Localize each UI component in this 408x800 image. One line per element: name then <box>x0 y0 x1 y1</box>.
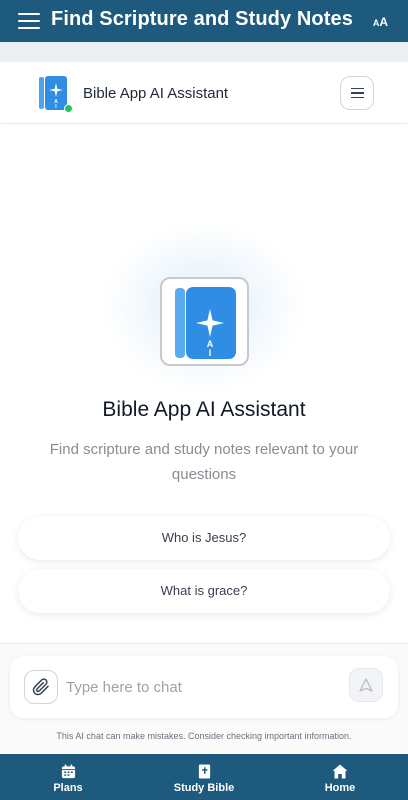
top-app-bar: Find Scripture and Study Notes AA <box>0 0 408 42</box>
chat-header: A I Bible App AI Assistant <box>0 62 408 124</box>
logo-letter-i: I <box>209 348 212 358</box>
hamburger-menu-icon[interactable] <box>18 13 40 29</box>
home-icon <box>332 764 348 779</box>
chat-menu-button[interactable] <box>340 76 374 110</box>
suggestion-who-is-jesus[interactable]: Who is Jesus? <box>18 516 390 560</box>
nav-study-bible[interactable]: Study Bible <box>136 754 272 800</box>
chat-composer <box>10 656 398 718</box>
send-button[interactable] <box>349 668 383 702</box>
nav-label-study-bible: Study Bible <box>173 782 235 794</box>
assistant-name: Bible App AI Assistant <box>83 85 229 102</box>
hero-title: Bible App AI Assistant <box>102 398 306 421</box>
app-root: Find Scripture and Study Notes AA A I Bi… <box>0 0 408 800</box>
bottom-navigation: Plans Study Bible Home <box>0 754 408 800</box>
nav-label-plans: Plans <box>53 782 83 794</box>
font-size-big-label: A <box>379 15 388 29</box>
chat-input[interactable] <box>66 675 336 699</box>
hero-subtitle: Find scripture and study notes relevant … <box>49 441 359 483</box>
suggestion-what-is-grace[interactable]: What is grace? <box>18 569 390 613</box>
hero-logo-frame: A I <box>160 277 249 366</box>
nav-plans[interactable]: Plans <box>0 754 136 800</box>
online-status-dot <box>64 104 73 113</box>
page-title: Find Scripture and Study Notes <box>51 8 353 30</box>
nav-label-home: Home <box>324 782 356 794</box>
font-size-button[interactable]: AA <box>373 13 388 31</box>
calendar-icon <box>61 764 75 779</box>
bible-ai-logo-icon: A I <box>175 287 236 359</box>
ai-disclaimer: This AI chat can make mistakes. Consider… <box>56 731 352 741</box>
header-spacer <box>0 42 408 62</box>
paperclip-icon <box>32 678 49 696</box>
bible-ai-book-icon: A I <box>39 76 67 110</box>
nav-home[interactable]: Home <box>272 754 408 800</box>
menu-icon <box>350 87 364 90</box>
attach-button[interactable] <box>24 670 58 704</box>
bible-icon <box>198 764 210 779</box>
send-icon <box>359 678 373 692</box>
